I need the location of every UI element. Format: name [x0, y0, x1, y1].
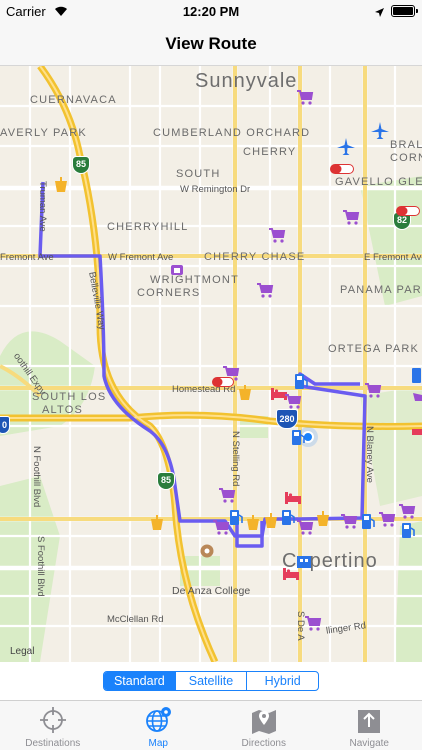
road-label-s-foothill: S Foothill Blvd: [35, 536, 46, 597]
tab-navigate[interactable]: Navigate: [317, 701, 422, 750]
status-time: 12:20 PM: [182, 4, 240, 19]
road-label-n-stelling: N Stelling Rd: [230, 431, 241, 487]
shopping-cart-icon[interactable]: [304, 614, 322, 632]
shopping-cart-icon[interactable]: [296, 88, 314, 106]
tab-label-map: Map: [148, 738, 168, 749]
globe-pin-icon: [143, 705, 173, 740]
food-icon[interactable]: [262, 512, 280, 530]
map-label-sunnyvale: Sunnyvale: [195, 70, 298, 92]
tab-label-navigate: Navigate: [349, 738, 389, 749]
navigation-bar: View Route: [0, 22, 422, 66]
bed-lodging-icon[interactable]: [282, 564, 300, 582]
map-label-averly-park: AVERLY PARK: [0, 127, 87, 139]
shopping-cart-icon[interactable]: [364, 381, 382, 399]
map-label-cuernavaca: CUERNAVACA: [30, 94, 117, 106]
map-label-cherry-chase: CHERRY CHASE: [204, 251, 306, 263]
gas-station-icon[interactable]: [412, 366, 422, 384]
map-type-option-satellite[interactable]: Satellite: [176, 672, 248, 690]
interstate-280-shield-left: 0: [0, 416, 10, 434]
page-title: View Route: [165, 34, 257, 53]
map-label-ortega-park: ORTEGA PARK: [328, 343, 420, 355]
gas-station-icon[interactable]: [400, 521, 416, 539]
shopping-cart-icon[interactable]: [412, 390, 422, 408]
map-label-cumberland: CUMBERLAND ORCHARD: [153, 127, 311, 139]
route-map[interactable]: Sunnyvale CUERNAVACA AVERLY PARK CUMBERL…: [0, 66, 422, 662]
pill-marker-icon: [212, 377, 234, 387]
tab-label-directions: Directions: [241, 738, 286, 749]
map-label-cherry: CHERRY: [243, 146, 297, 158]
map-label-panama-park: PANAMA PARK: [340, 284, 422, 296]
highway-85-shield-top: 85: [72, 156, 90, 174]
food-icon[interactable]: [52, 176, 70, 194]
road-label-n-foothill: N Foothill Blvd: [31, 446, 42, 508]
road-label-mcclellan: McClellan Rd: [107, 614, 164, 625]
gas-station-icon[interactable]: [293, 372, 309, 390]
food-icon[interactable]: [236, 384, 254, 402]
gas-station-icon[interactable]: [228, 508, 244, 526]
map-label-de-anza-college: De Anza College: [172, 585, 251, 597]
gas-station-icon[interactable]: [280, 508, 296, 526]
gas-station-icon[interactable]: [290, 428, 306, 446]
tab-map[interactable]: Map: [106, 701, 212, 750]
interstate-280-shield: 280: [276, 409, 298, 429]
tab-bar: Destinations Map Directions Navigate: [0, 700, 422, 750]
road-label-w-remington: W Remington Dr: [180, 184, 251, 195]
gas-station-icon[interactable]: [360, 512, 376, 530]
tab-destinations[interactable]: Destinations: [0, 701, 106, 750]
bed-lodging-icon[interactable]: [412, 421, 422, 439]
map-label-corne: CORNE: [390, 152, 422, 164]
map-label-altos: ALTOS: [42, 404, 84, 416]
map-type-option-standard[interactable]: Standard: [104, 672, 176, 690]
location-arrow-icon: [374, 5, 385, 23]
map-label-gavello: GAVELLO GLEN: [335, 176, 422, 188]
tab-directions[interactable]: Directions: [211, 701, 317, 750]
pill-marker-icon: [330, 164, 354, 174]
map-label-south: SOUTH: [176, 168, 221, 180]
shopping-cart-icon[interactable]: [296, 518, 314, 536]
bed-lodging-icon[interactable]: [284, 488, 302, 506]
park-area: [395, 521, 422, 662]
shopping-cart-icon[interactable]: [378, 510, 396, 528]
map-type-segmented-control[interactable]: Standard Satellite Hybrid: [103, 671, 319, 691]
shopping-cart-icon[interactable]: [398, 502, 416, 520]
road-label-n-blaney: N Blaney Ave: [364, 426, 375, 483]
map-label-corners: CORNERS: [137, 287, 201, 299]
status-bar: Carrier 12:20 PM: [0, 0, 422, 22]
school-icon[interactable]: [200, 544, 214, 558]
road-label-w-fremont: W Fremont Ave: [108, 252, 174, 263]
map-label-wrightmont: WRIGHTMONT: [150, 274, 239, 286]
battery-tip: [416, 9, 418, 13]
highway-85-shield-bottom: 85: [157, 472, 175, 490]
food-icon[interactable]: [148, 514, 166, 532]
storefront-icon[interactable]: [170, 262, 184, 276]
shopping-cart-icon[interactable]: [342, 208, 360, 226]
road-label-truman: Truman Ave: [37, 181, 48, 232]
map-type-option-hybrid[interactable]: Hybrid: [247, 672, 318, 690]
crosshair-icon: [38, 705, 68, 740]
shopping-cart-icon[interactable]: [284, 392, 302, 410]
shopping-cart-icon[interactable]: [256, 281, 274, 299]
map-pin-icon: [249, 705, 279, 740]
food-icon[interactable]: [314, 510, 332, 528]
map-label-cherryhill: CHERRYHILL: [107, 221, 189, 233]
road-label-e-fremont: E Fremont Ave: [364, 252, 422, 263]
shopping-cart-icon[interactable]: [340, 512, 358, 530]
pill-marker-icon: [396, 206, 420, 216]
map-legal-link[interactable]: Legal: [10, 646, 34, 657]
tab-label-destinations: Destinations: [25, 738, 81, 749]
shopping-cart-icon[interactable]: [268, 226, 286, 244]
shopping-cart-icon[interactable]: [218, 486, 236, 504]
road-label-fremont: Fremont Ave: [0, 252, 54, 263]
map-label-braly: BRAL: [390, 139, 422, 151]
battery-icon: [391, 5, 415, 17]
airport-icon[interactable]: [336, 137, 356, 157]
share-arrow-icon: [354, 705, 384, 740]
airport-icon[interactable]: [370, 121, 390, 141]
food-icon[interactable]: [244, 514, 262, 532]
